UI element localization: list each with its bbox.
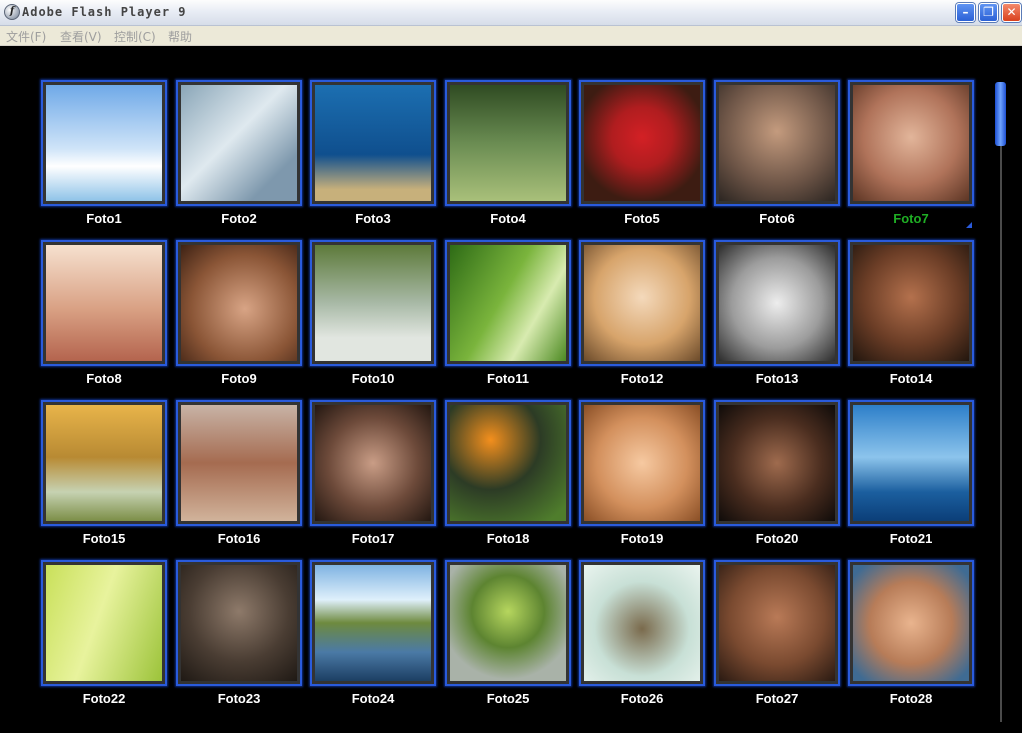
photo-thumbnail[interactable] bbox=[41, 560, 167, 686]
photo-caption[interactable]: Foto6 bbox=[714, 211, 840, 226]
photo-image bbox=[584, 85, 700, 201]
photo-image bbox=[719, 245, 835, 361]
menu-file[interactable]: 文件(F) bbox=[6, 28, 46, 45]
photo-caption[interactable]: Foto20 bbox=[714, 531, 840, 546]
photo-image bbox=[853, 405, 969, 521]
photo-thumbnail[interactable] bbox=[445, 240, 571, 366]
photo-caption[interactable]: Foto3 bbox=[310, 211, 436, 226]
photo-thumbnail[interactable] bbox=[848, 560, 974, 686]
photo-thumbnail[interactable] bbox=[176, 560, 302, 686]
close-button[interactable]: ✕ bbox=[1002, 3, 1021, 22]
photo-caption[interactable]: Foto25 bbox=[445, 691, 571, 706]
photo-caption[interactable]: Foto7 bbox=[848, 211, 974, 226]
photo-caption[interactable]: Foto9 bbox=[176, 371, 302, 386]
photo-caption[interactable]: Foto15 bbox=[41, 531, 167, 546]
photo-caption[interactable]: Foto11 bbox=[445, 371, 571, 386]
photo-thumbnail[interactable] bbox=[714, 80, 840, 206]
photo-thumbnail[interactable] bbox=[848, 240, 974, 366]
photo-caption[interactable]: Foto13 bbox=[714, 371, 840, 386]
selection-corner-indicator bbox=[966, 222, 972, 228]
photo-caption[interactable]: Foto16 bbox=[176, 531, 302, 546]
photo-image bbox=[719, 85, 835, 201]
photo-caption[interactable]: Foto27 bbox=[714, 691, 840, 706]
minimize-button[interactable]: – bbox=[956, 3, 975, 22]
photo-image bbox=[181, 565, 297, 681]
photo-image bbox=[853, 245, 969, 361]
photo-image bbox=[46, 245, 162, 361]
photo-image bbox=[315, 85, 431, 201]
photo-thumbnail[interactable] bbox=[41, 400, 167, 526]
photo-image bbox=[46, 405, 162, 521]
photo-caption[interactable]: Foto5 bbox=[579, 211, 705, 226]
photo-thumbnail[interactable] bbox=[579, 240, 705, 366]
photo-caption[interactable]: Foto28 bbox=[848, 691, 974, 706]
photo-thumbnail[interactable] bbox=[848, 80, 974, 206]
photo-caption[interactable]: Foto4 bbox=[445, 211, 571, 226]
photo-thumbnail[interactable] bbox=[41, 240, 167, 366]
photo-thumbnail[interactable] bbox=[848, 400, 974, 526]
photo-image bbox=[46, 565, 162, 681]
photo-image bbox=[450, 85, 566, 201]
photo-thumbnail[interactable] bbox=[310, 80, 436, 206]
photo-caption[interactable]: Foto26 bbox=[579, 691, 705, 706]
photo-caption[interactable]: Foto24 bbox=[310, 691, 436, 706]
photo-image bbox=[853, 85, 969, 201]
photo-caption[interactable]: Foto22 bbox=[41, 691, 167, 706]
title-bar: f Adobe Flash Player 9 – ❐ ✕ bbox=[0, 0, 1022, 26]
photo-caption[interactable]: Foto14 bbox=[848, 371, 974, 386]
photo-thumbnail[interactable] bbox=[579, 80, 705, 206]
photo-thumbnail[interactable] bbox=[176, 80, 302, 206]
menu-view[interactable]: 查看(V) bbox=[60, 28, 102, 45]
photo-image bbox=[450, 405, 566, 521]
photo-image bbox=[584, 405, 700, 521]
photo-caption[interactable]: Foto21 bbox=[848, 531, 974, 546]
scrollbar-thumb[interactable] bbox=[995, 82, 1006, 146]
restore-button[interactable]: ❐ bbox=[979, 3, 998, 22]
photo-image bbox=[450, 565, 566, 681]
photo-thumbnail[interactable] bbox=[714, 240, 840, 366]
photo-thumbnail[interactable] bbox=[445, 80, 571, 206]
photo-image bbox=[181, 85, 297, 201]
flash-app-icon[interactable]: f bbox=[4, 4, 20, 20]
photo-thumbnail[interactable] bbox=[579, 400, 705, 526]
photo-image bbox=[181, 405, 297, 521]
photo-image bbox=[719, 565, 835, 681]
photo-caption[interactable]: Foto18 bbox=[445, 531, 571, 546]
photo-image bbox=[719, 405, 835, 521]
scrollbar-rail bbox=[1000, 82, 1002, 722]
menu-help[interactable]: 帮助 bbox=[168, 28, 192, 45]
photo-image bbox=[853, 565, 969, 681]
photo-caption[interactable]: Foto10 bbox=[310, 371, 436, 386]
menu-control[interactable]: 控制(C) bbox=[114, 28, 156, 45]
photo-caption[interactable]: Foto19 bbox=[579, 531, 705, 546]
photo-thumbnail[interactable] bbox=[310, 240, 436, 366]
photo-thumbnail[interactable] bbox=[579, 560, 705, 686]
photo-thumbnail[interactable] bbox=[445, 400, 571, 526]
photo-thumbnail[interactable] bbox=[41, 80, 167, 206]
photo-caption[interactable]: Foto2 bbox=[176, 211, 302, 226]
photo-thumbnail[interactable] bbox=[310, 400, 436, 526]
photo-image bbox=[315, 405, 431, 521]
photo-image bbox=[584, 245, 700, 361]
photo-image bbox=[181, 245, 297, 361]
photo-image bbox=[315, 245, 431, 361]
photo-image bbox=[315, 565, 431, 681]
photo-gallery: Foto1 Foto2 Foto3 Foto4 Foto5 Foto6 Foto7 Foto8… bbox=[0, 46, 1022, 733]
photo-thumbnail[interactable] bbox=[445, 560, 571, 686]
photo-caption[interactable]: Foto12 bbox=[579, 371, 705, 386]
photo-image bbox=[584, 565, 700, 681]
photo-thumbnail[interactable] bbox=[714, 560, 840, 686]
photo-caption[interactable]: Foto17 bbox=[310, 531, 436, 546]
photo-image bbox=[450, 245, 566, 361]
photo-caption[interactable]: Foto23 bbox=[176, 691, 302, 706]
photo-image bbox=[46, 85, 162, 201]
window-title: Adobe Flash Player 9 bbox=[22, 5, 187, 19]
photo-thumbnail[interactable] bbox=[714, 400, 840, 526]
photo-thumbnail[interactable] bbox=[176, 240, 302, 366]
photo-thumbnail[interactable] bbox=[176, 400, 302, 526]
photo-caption[interactable]: Foto1 bbox=[41, 211, 167, 226]
photo-caption[interactable]: Foto8 bbox=[41, 371, 167, 386]
photo-thumbnail[interactable] bbox=[310, 560, 436, 686]
menu-bar: 文件(F) 查看(V) 控制(C) 帮助 bbox=[0, 26, 1022, 46]
